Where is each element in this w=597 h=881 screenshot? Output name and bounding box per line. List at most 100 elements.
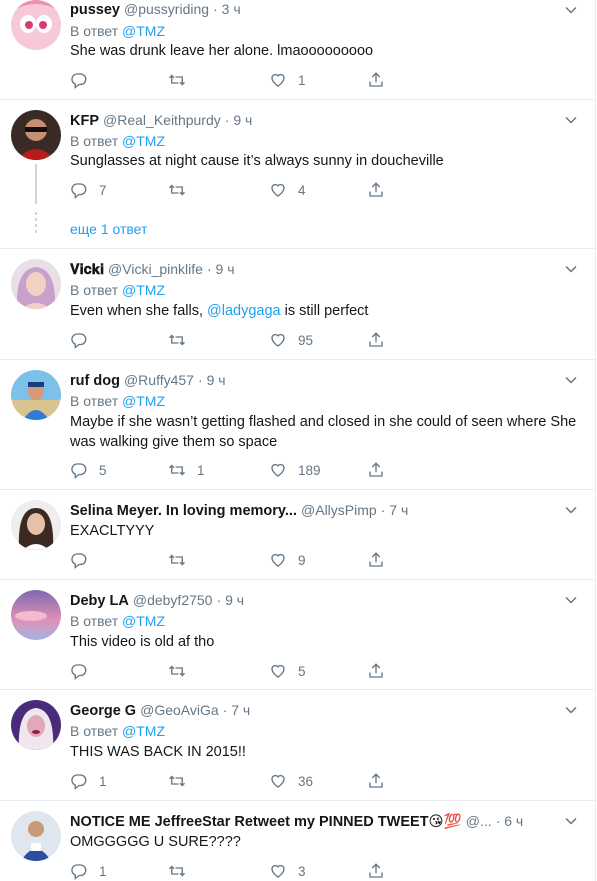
like-count: 4 (298, 182, 306, 198)
display-name[interactable]: George G (70, 703, 136, 719)
retweet-action[interactable] (168, 771, 197, 791)
like-action[interactable]: 3 (269, 861, 306, 881)
reply-action[interactable] (70, 550, 99, 570)
user-handle[interactable]: @Real_Keithpurdy (103, 112, 221, 128)
display-name[interactable]: Selina Meyer. In loving memory... (70, 503, 297, 519)
chevron-down-icon[interactable] (565, 374, 577, 386)
like-action[interactable]: 4 (269, 180, 306, 200)
like-action[interactable]: 1 (269, 70, 306, 90)
timestamp[interactable]: 7 ч (389, 502, 408, 518)
tweet[interactable]: George G @GeoAviGa · 7 ч В ответ @TMZ TH… (0, 690, 595, 801)
tweet-text-part: Even when she falls, (70, 303, 208, 319)
heart-icon (271, 664, 285, 678)
reply-mention[interactable]: @TMZ (122, 613, 165, 629)
like-action[interactable]: 5 (269, 661, 306, 681)
tweet[interactable]: 𝐕𝐢𝐜𝐤𝐢 @Vicki_pinklife · 9 ч В ответ @TMZ… (0, 249, 595, 360)
reply-action[interactable]: 1 (70, 771, 107, 791)
reply-mention[interactable]: @TMZ (122, 723, 165, 739)
user-handle[interactable]: @AllysPimp (301, 502, 377, 518)
retweet-action[interactable]: 1 (168, 460, 205, 480)
timestamp[interactable]: 9 ч (207, 372, 226, 388)
tweet[interactable]: pussey @pussyriding · 3 ч В ответ @TMZ S… (0, 0, 595, 100)
timestamp[interactable]: 9 ч (233, 112, 252, 128)
timestamp[interactable]: 7 ч (231, 702, 250, 718)
user-handle[interactable]: @... (466, 813, 492, 829)
retweet-action[interactable] (168, 180, 197, 200)
reply-count: 5 (99, 462, 107, 478)
display-name[interactable]: 𝐕𝐢𝐜𝐤𝐢 (70, 262, 104, 278)
reply-action[interactable] (70, 330, 99, 350)
tweet[interactable]: ruf dog @Ruffy457 · 9 ч В ответ @TMZ May… (0, 360, 595, 490)
share-action[interactable] (367, 330, 396, 350)
reply-mention[interactable]: @TMZ (122, 133, 165, 149)
tweet[interactable]: NOTICE ME JeffreeStar Retweet my PINNED … (0, 801, 595, 881)
display-name[interactable]: pussey (70, 2, 120, 18)
like-action[interactable]: 95 (269, 330, 313, 350)
user-handle[interactable]: @debyf2750 (133, 592, 213, 608)
reply-action[interactable]: 7 (70, 180, 107, 200)
share-action[interactable] (367, 460, 396, 480)
avatar[interactable] (11, 500, 61, 550)
tweet-actions: 7 4 (70, 180, 400, 200)
chevron-down-icon[interactable] (565, 4, 577, 16)
avatar[interactable] (11, 0, 61, 50)
avatar[interactable] (11, 811, 61, 861)
avatar[interactable] (11, 590, 61, 640)
mention-link[interactable]: @ladygaga (207, 303, 281, 319)
retweet-action[interactable] (168, 550, 197, 570)
timestamp[interactable]: 6 ч (504, 813, 523, 829)
share-action[interactable] (367, 550, 396, 570)
reply-mention[interactable]: @TMZ (122, 393, 165, 409)
avatar[interactable] (11, 259, 61, 309)
heart-icon (271, 864, 285, 878)
timestamp[interactable]: 9 ч (216, 261, 235, 277)
share-icon (369, 182, 383, 197)
timestamp[interactable]: 3 ч (222, 1, 241, 17)
like-action[interactable]: 189 (269, 460, 321, 480)
tweet[interactable]: Selina Meyer. In loving memory... @Allys… (0, 490, 595, 580)
display-name[interactable]: KFP (70, 113, 99, 129)
reply-action[interactable] (70, 70, 99, 90)
chevron-down-icon[interactable] (565, 263, 577, 275)
reply-mention[interactable]: @TMZ (122, 282, 165, 298)
reply-context: В ответ @TMZ (70, 722, 165, 740)
display-name[interactable]: Deby LA (70, 593, 129, 609)
reply-action[interactable]: 5 (70, 460, 107, 480)
share-action[interactable] (367, 861, 396, 881)
share-action[interactable] (367, 70, 396, 90)
reply-mention[interactable]: @TMZ (122, 23, 165, 39)
display-name[interactable]: ruf dog (70, 373, 120, 389)
tweet[interactable]: KFP @Real_Keithpurdy · 9 ч В ответ @TMZ … (0, 100, 595, 249)
like-action[interactable]: 9 (269, 550, 306, 570)
reply-action[interactable]: 1 (70, 861, 107, 881)
retweet-action[interactable] (168, 70, 197, 90)
user-handle[interactable]: @Ruffy457 (124, 372, 194, 388)
user-handle[interactable]: @Vicki_pinklife (108, 261, 203, 277)
retweet-action[interactable] (168, 661, 197, 681)
display-name[interactable]: NOTICE ME JeffreeStar Retweet my PINNED … (70, 814, 462, 830)
tweet[interactable]: Deby LA @debyf2750 · 9 ч В ответ @TMZ Th… (0, 580, 595, 690)
user-handle[interactable]: @pussyriding (124, 1, 209, 17)
chevron-down-icon[interactable] (565, 504, 577, 516)
chevron-down-icon[interactable] (565, 114, 577, 126)
avatar[interactable] (11, 370, 61, 420)
avatar[interactable] (11, 110, 61, 160)
tweet-actions: 5 1 189 (70, 460, 400, 480)
timestamp[interactable]: 9 ч (225, 592, 244, 608)
retweet-action[interactable] (168, 861, 197, 881)
retweet-action[interactable] (168, 330, 197, 350)
tweet-actions: 1 (70, 70, 400, 90)
heart-icon (271, 553, 285, 567)
show-more-replies-link[interactable]: еще 1 ответ (70, 221, 147, 237)
chevron-down-icon[interactable] (565, 815, 577, 827)
avatar[interactable] (11, 700, 61, 750)
user-handle[interactable]: @GeoAviGa (140, 702, 219, 718)
share-action[interactable] (367, 661, 396, 681)
share-action[interactable] (367, 771, 396, 791)
chevron-down-icon[interactable] (565, 704, 577, 716)
reply-context: В ответ @TMZ (70, 392, 165, 410)
reply-action[interactable] (70, 661, 99, 681)
chevron-down-icon[interactable] (565, 594, 577, 606)
share-action[interactable] (367, 180, 396, 200)
like-action[interactable]: 36 (269, 771, 313, 791)
